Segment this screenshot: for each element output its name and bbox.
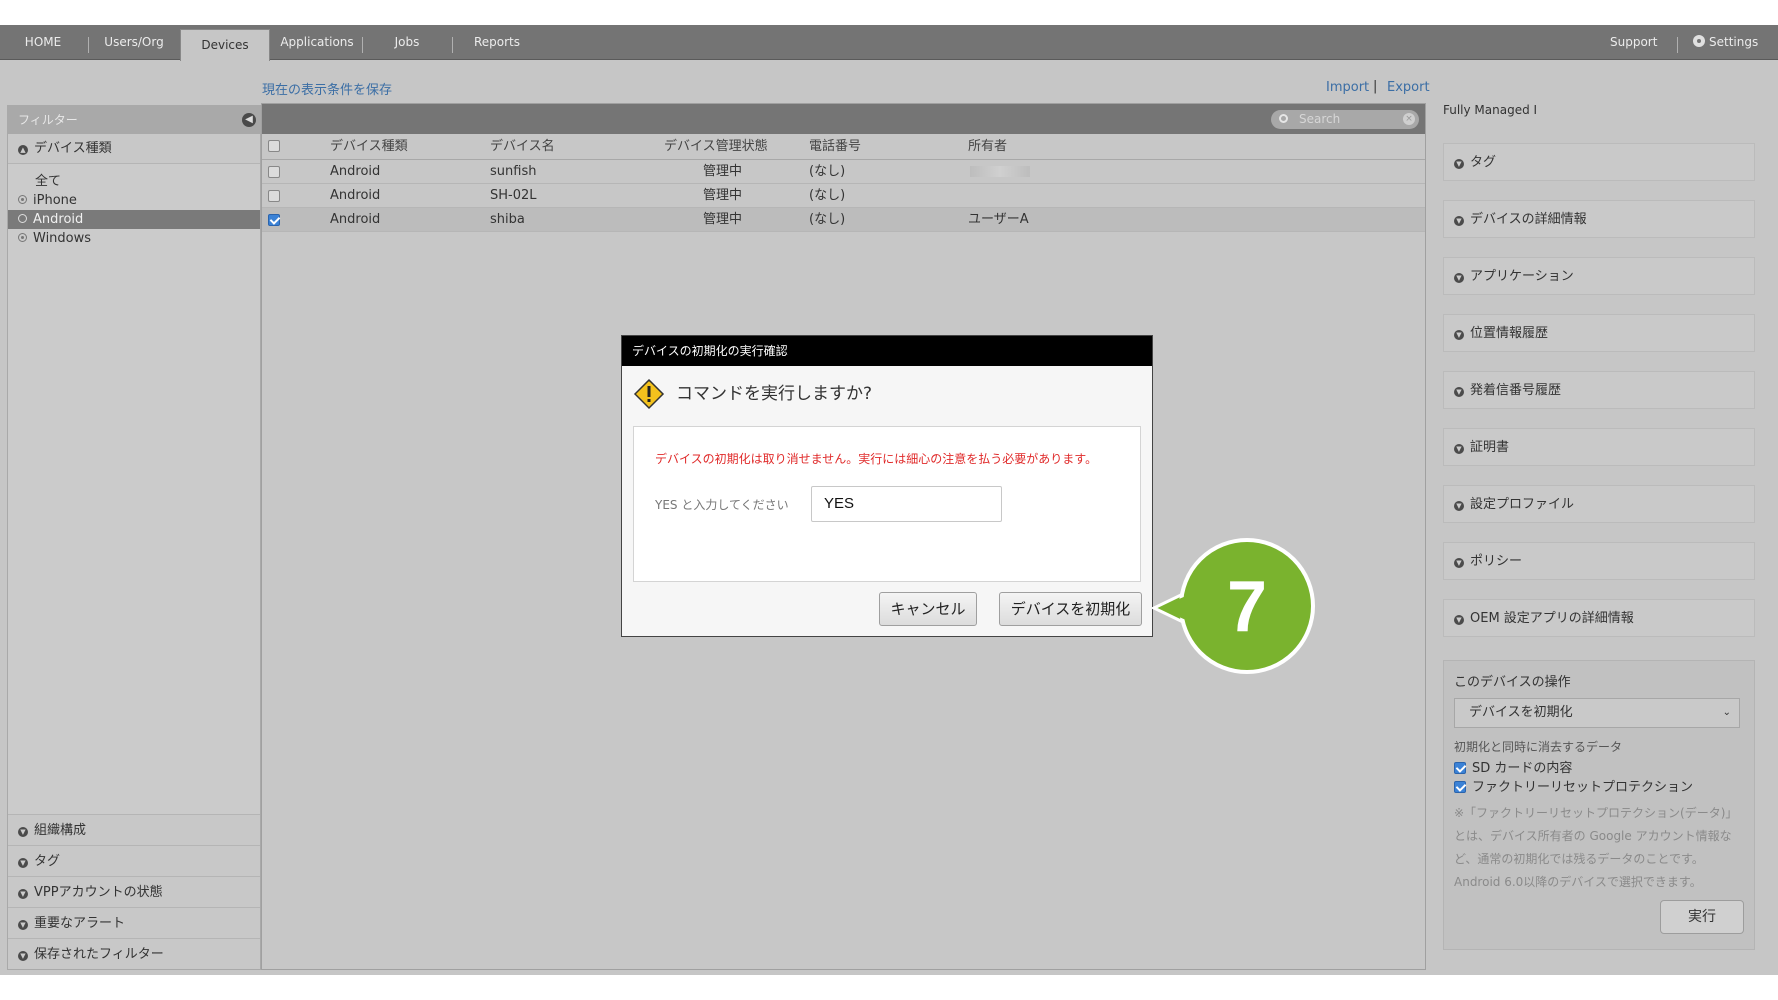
wipe-device-button[interactable]: デバイスを初期化 [999,592,1142,626]
dialog-question-text: コマンドを実行しますか? [676,384,873,404]
confirm-input-row: YES と入力してください YES [655,486,1119,522]
dialog-question: コマンドを実行しますか? [622,366,1152,422]
dialog-warning-text: デバイスの初期化は取り消せません。実行には細心の注意を払う必要があります。 [655,452,1098,466]
confirm-dialog: デバイスの初期化の実行確認 コマンドを実行しますか? デバイスの初期化は取り消せ… [621,335,1153,637]
dialog-title: デバイスの初期化の実行確認 [622,336,1152,366]
cancel-button[interactable]: キャンセル [879,592,977,626]
confirm-input[interactable]: YES [811,486,1002,522]
dialog-body: デバイスの初期化は取り消せません。実行には細心の注意を払う必要があります。 YE… [633,426,1141,582]
warning-icon [633,378,665,410]
step-number: 7 [1227,567,1267,647]
confirm-input-label: YES と入力してください [655,498,789,512]
step-callout: 7 [1152,538,1315,674]
